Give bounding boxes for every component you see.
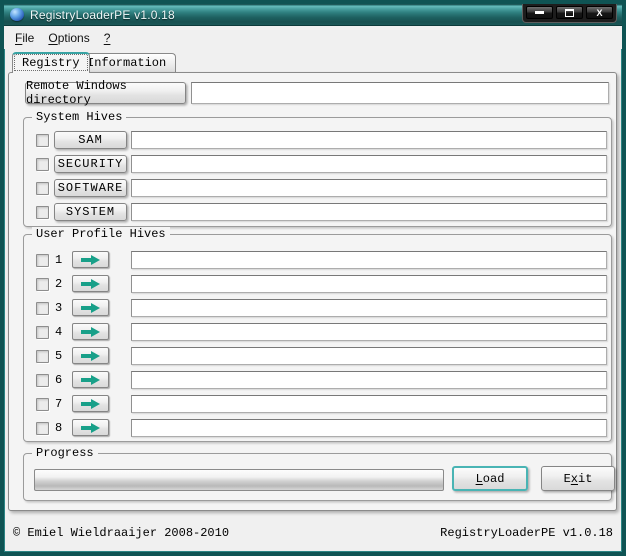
progress-bar (34, 469, 444, 491)
right-arrow-icon (81, 278, 100, 289)
sam-path-input[interactable] (131, 131, 607, 149)
right-arrow-icon (81, 398, 100, 409)
software-button[interactable]: SOFTWARE (54, 179, 127, 197)
user2-browse-button[interactable] (72, 275, 109, 292)
system-path-input[interactable] (131, 203, 607, 221)
right-arrow-icon (81, 302, 100, 313)
user1-path-input[interactable] (131, 251, 607, 269)
window-title: RegistryLoaderPE v1.0.18 (30, 7, 175, 22)
user1-number: 1 (55, 253, 63, 267)
close-button[interactable]: X (586, 6, 613, 19)
security-button[interactable]: SECURITY (54, 155, 127, 173)
user3-browse-button[interactable] (72, 299, 109, 316)
user3-path-input[interactable] (131, 299, 607, 317)
user-hive-row-1: 1 (24, 251, 611, 271)
app-window: RegistryLoaderPE v1.0.18 X File Options … (0, 0, 626, 556)
user2-number: 2 (55, 277, 63, 291)
user2-path-input[interactable] (131, 275, 607, 293)
progress-group: Progress Load Ex it (23, 446, 615, 501)
software-checkbox[interactable] (36, 182, 49, 195)
user7-browse-button[interactable] (72, 395, 109, 412)
system-hives-title: System Hives (32, 110, 127, 124)
load-button[interactable]: Load (452, 466, 528, 491)
status-version: RegistryLoaderPE v1.0.18 (440, 526, 613, 540)
close-icon: X (596, 7, 603, 18)
user7-number: 7 (55, 397, 63, 411)
security-checkbox[interactable] (36, 158, 49, 171)
right-arrow-icon (81, 326, 100, 337)
registry-app-icon (10, 8, 24, 21)
tab-information[interactable]: Information (77, 53, 177, 73)
user4-checkbox[interactable] (36, 326, 49, 339)
user-hive-row-3: 3 (24, 299, 611, 319)
user8-path-input[interactable] (131, 419, 607, 437)
sam-button[interactable]: SAM (54, 131, 127, 149)
user3-checkbox[interactable] (36, 302, 49, 315)
menu-bar: File Options ? (4, 26, 622, 49)
exit-button[interactable]: Ex it (541, 466, 615, 491)
tab-registry[interactable]: Registry (12, 52, 90, 73)
menu-options[interactable]: Options (41, 28, 96, 48)
user3-number: 3 (55, 301, 63, 315)
right-arrow-icon (81, 254, 100, 265)
menu-help[interactable]: ? (97, 28, 118, 48)
right-arrow-icon (81, 350, 100, 361)
user-profile-hives-group: User Profile Hives 1 2 3 4 5 6 7 8 (23, 227, 612, 442)
user6-checkbox[interactable] (36, 374, 49, 387)
sam-checkbox[interactable] (36, 134, 49, 147)
user5-browse-button[interactable] (72, 347, 109, 364)
user7-path-input[interactable] (131, 395, 607, 413)
user8-checkbox[interactable] (36, 422, 49, 435)
user4-path-input[interactable] (131, 323, 607, 341)
user8-browse-button[interactable] (72, 419, 109, 436)
remote-windows-directory-button[interactable]: Remote Windows directory (25, 79, 186, 107)
software-path-input[interactable] (131, 179, 607, 197)
user5-number: 5 (55, 349, 63, 363)
system-checkbox[interactable] (36, 206, 49, 219)
user6-path-input[interactable] (131, 371, 607, 389)
minimize-icon (535, 11, 544, 14)
user6-browse-button[interactable] (72, 371, 109, 388)
system-hive-row-software: SOFTWARE (24, 179, 611, 199)
user1-browse-button[interactable] (72, 251, 109, 268)
system-hive-row-security: SECURITY (24, 155, 611, 175)
window-controls: X (522, 4, 617, 23)
user-hive-row-6: 6 (24, 371, 611, 391)
right-arrow-icon (81, 422, 100, 433)
user-hive-row-2: 2 (24, 275, 611, 295)
system-hives-group: System Hives SAM SECURITY SOFTWARE SYSTE… (23, 110, 612, 227)
security-path-input[interactable] (131, 155, 607, 173)
maximize-icon (565, 8, 574, 17)
user1-checkbox[interactable] (36, 254, 49, 267)
user-hive-row-4: 4 (24, 323, 611, 343)
right-arrow-icon (81, 374, 100, 385)
user5-checkbox[interactable] (36, 350, 49, 363)
system-hive-row-system: SYSTEM (24, 203, 611, 223)
user-profile-hives-title: User Profile Hives (32, 227, 170, 241)
minimize-button[interactable] (526, 6, 553, 19)
user6-number: 6 (55, 373, 63, 387)
menu-file[interactable]: File (8, 28, 41, 48)
user4-number: 4 (55, 325, 63, 339)
user8-number: 8 (55, 421, 63, 435)
status-copyright: © Emiel Wieldraaijer 2008-2010 (13, 526, 230, 540)
user-hive-row-5: 5 (24, 347, 611, 367)
user2-checkbox[interactable] (36, 278, 49, 291)
user7-checkbox[interactable] (36, 398, 49, 411)
registry-tab-page: Remote Windows directory System Hives SA… (8, 72, 617, 511)
user5-path-input[interactable] (131, 347, 607, 365)
status-bar: © Emiel Wieldraaijer 2008-2010 RegistryL… (4, 511, 622, 552)
system-hive-row-sam: SAM (24, 131, 611, 151)
user4-browse-button[interactable] (72, 323, 109, 340)
remote-windows-directory-input[interactable] (191, 82, 609, 104)
maximize-button[interactable] (556, 6, 583, 19)
user-hive-row-7: 7 (24, 395, 611, 415)
user-hive-row-8: 8 (24, 419, 611, 439)
system-button[interactable]: SYSTEM (54, 203, 127, 221)
progress-title: Progress (32, 446, 98, 460)
